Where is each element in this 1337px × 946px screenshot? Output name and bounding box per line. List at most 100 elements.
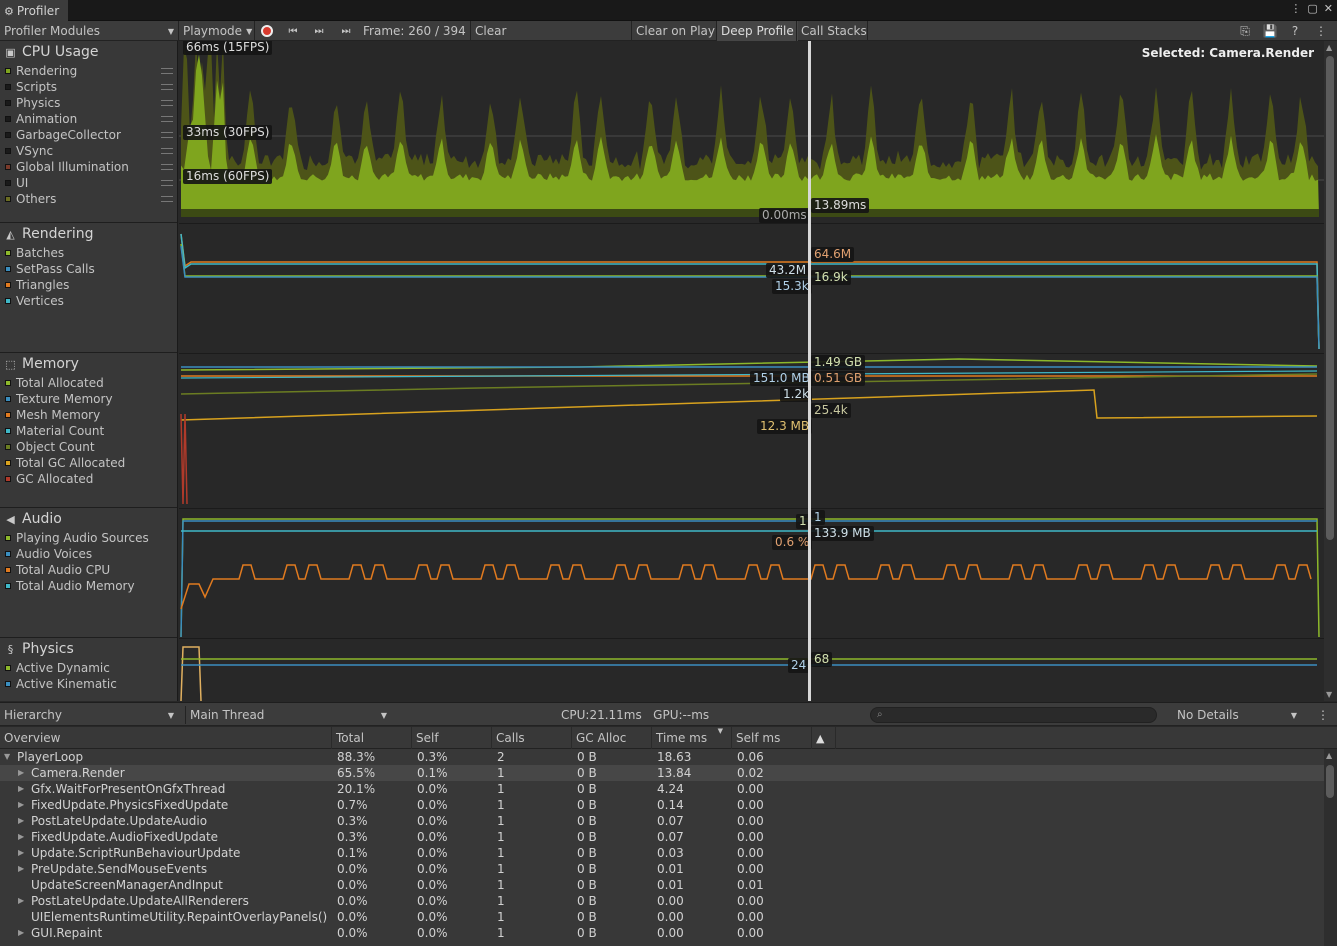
legend-item[interactable]: Others <box>0 191 177 207</box>
charts-scrollbar-thumb[interactable] <box>1326 56 1334 540</box>
profiler-modules-dropdown[interactable]: Profiler Modules ▼ <box>0 21 178 41</box>
load-button[interactable]: ⎘ <box>1234 21 1256 41</box>
record-button[interactable] <box>254 21 278 41</box>
legend-item[interactable]: UI <box>0 175 177 191</box>
table-row[interactable]: ▶ FixedUpdate.PhysicsFixedUpdate 0.7% 0.0% 1… <box>0 797 1324 813</box>
expand-arrow-icon[interactable]: ▶ <box>18 765 24 781</box>
previous-frame-button[interactable]: ⏮ <box>282 21 304 41</box>
audio-chart[interactable]: 1 1 133.9 MB 0.6 % <box>179 509 1324 639</box>
table-row[interactable]: UIElementsRuntimeUtility.RepaintOverlayP… <box>0 909 1324 925</box>
table-row[interactable]: ▼ PlayerLoop 88.3% 0.3% 2 0 B 18.63 0.06 <box>0 749 1324 765</box>
table-row[interactable]: ▶ PostLateUpdate.UpdateAllRenderers 0.0% 0.… <box>0 893 1324 909</box>
legend-item[interactable]: Active Dynamic <box>0 660 177 676</box>
collapse-arrow-icon[interactable]: ▼ <box>4 749 10 765</box>
legend-item[interactable]: GC Allocated <box>0 471 177 487</box>
physics-chart[interactable]: 24 68 <box>179 639 1324 701</box>
column-total[interactable]: Total <box>332 727 412 749</box>
column-self[interactable]: Self <box>412 727 492 749</box>
audio-module[interactable]: ◀ Audio Playing Audio Sources Audio Voices… <box>0 508 177 638</box>
scroll-down-icon[interactable]: ▼ <box>1326 690 1332 699</box>
drag-handle-icon[interactable] <box>161 100 173 106</box>
legend-item[interactable]: Rendering <box>0 63 177 79</box>
legend-item[interactable]: Vertices <box>0 293 177 309</box>
table-scrollbar-thumb[interactable] <box>1326 765 1334 798</box>
current-frame-button[interactable]: ⏭ <box>334 21 358 41</box>
legend-item[interactable]: Total Audio CPU <box>0 562 177 578</box>
save-button[interactable]: 💾 <box>1259 21 1281 41</box>
details-dropdown[interactable]: No Details ▼ <box>1173 706 1301 724</box>
legend-item[interactable]: Active Kinematic <box>0 676 177 692</box>
legend-item[interactable]: SetPass Calls <box>0 261 177 277</box>
legend-item[interactable]: Physics <box>0 95 177 111</box>
expand-arrow-icon[interactable]: ▶ <box>18 813 24 829</box>
column-gc-alloc[interactable]: GC Alloc <box>572 727 652 749</box>
table-row[interactable]: ▶ Gfx.WaitForPresentOnGfxThread 20.1% 0.0% 1… <box>0 781 1324 797</box>
legend-item[interactable]: Audio Voices <box>0 546 177 562</box>
cpu-usage-chart[interactable]: 66ms (15FPS) 33ms (30FPS) 16ms (60FPS) S… <box>179 41 1324 224</box>
table-row[interactable]: ▶ Camera.Render 65.5% 0.1% 1 0 B 13.84 0.02 <box>0 765 1324 781</box>
legend-item[interactable]: Mesh Memory <box>0 407 177 423</box>
help-button[interactable]: ? <box>1284 21 1306 41</box>
legend-item[interactable]: Playing Audio Sources <box>0 530 177 546</box>
clear-button[interactable]: Clear <box>470 21 510 41</box>
clear-on-play-button[interactable]: Clear on Play <box>631 21 719 41</box>
legend-item[interactable]: Total Audio Memory <box>0 578 177 594</box>
menu-button[interactable]: ⋮ <box>1310 21 1332 41</box>
memory-module[interactable]: ⬚ Memory Total Allocated Texture Memory Mes… <box>0 353 177 508</box>
next-frame-button[interactable]: ⏭ <box>308 21 330 41</box>
drag-handle-icon[interactable] <box>161 68 173 74</box>
drag-handle-icon[interactable] <box>161 196 173 202</box>
legend-item[interactable]: Texture Memory <box>0 391 177 407</box>
legend-item[interactable]: Global Illumination <box>0 159 177 175</box>
column-time-ms[interactable]: Time ms ▼ <box>652 727 732 749</box>
more-options-icon[interactable]: ⋮ <box>1290 2 1301 15</box>
drag-handle-icon[interactable] <box>161 180 173 186</box>
physics-module[interactable]: § Physics Active Dynamic Active Kinematic <box>0 638 177 701</box>
close-icon[interactable]: ✕ <box>1324 2 1333 15</box>
playmode-dropdown[interactable]: Playmode ▼ <box>178 21 252 41</box>
legend-item[interactable]: VSync <box>0 143 177 159</box>
expand-arrow-icon[interactable]: ▶ <box>18 845 24 861</box>
maximize-icon[interactable]: ▢ <box>1307 2 1317 15</box>
search-input[interactable]: ⌕ <box>870 707 1157 723</box>
call-stacks-button[interactable]: Call Stacks <box>796 21 871 41</box>
column-self-ms[interactable]: Self ms <box>732 727 812 749</box>
memory-chart[interactable]: 1.49 GB 151.0 MB 0.51 GB 1.2k 25.4k 12.3… <box>179 354 1324 509</box>
table-row[interactable]: ▶ PreUpdate.SendMouseEvents 0.0% 0.0% 1 0 B 0.… <box>0 861 1324 877</box>
cpu-module[interactable]: ▣ CPU Usage Rendering Scripts Physics Animat… <box>0 41 177 223</box>
expand-arrow-icon[interactable]: ▶ <box>18 797 24 813</box>
expand-arrow-icon[interactable]: ▶ <box>18 861 24 877</box>
table-row[interactable]: ▶ FixedUpdate.AudioFixedUpdate 0.3% 0.0% 1 0 … <box>0 829 1324 845</box>
legend-item[interactable]: GarbageCollector <box>0 127 177 143</box>
column-warning[interactable]: ▲ <box>812 727 836 749</box>
thread-dropdown[interactable]: Main Thread ▼ <box>185 706 391 724</box>
deep-profile-button[interactable]: Deep Profile <box>716 21 798 41</box>
profiler-charts[interactable]: 66ms (15FPS) 33ms (30FPS) 16ms (60FPS) S… <box>179 41 1324 701</box>
expand-arrow-icon[interactable]: ▶ <box>18 925 24 941</box>
rendering-module[interactable]: ◭ Rendering Batches SetPass Calls Triangles… <box>0 223 177 353</box>
legend-item[interactable]: Total Allocated <box>0 375 177 391</box>
table-scrollbar[interactable]: ▲ <box>1324 749 1337 946</box>
details-menu-button[interactable]: ⋮ <box>1313 706 1333 724</box>
drag-handle-icon[interactable] <box>161 116 173 122</box>
column-overview[interactable]: Overview <box>0 727 332 749</box>
legend-item[interactable]: Animation <box>0 111 177 127</box>
drag-handle-icon[interactable] <box>161 164 173 170</box>
legend-item[interactable]: Batches <box>0 245 177 261</box>
drag-handle-icon[interactable] <box>161 132 173 138</box>
table-row[interactable]: ▶ GUI.Repaint 0.0% 0.0% 1 0 B 0.00 0.00 <box>0 925 1324 941</box>
table-row[interactable]: ▶ PostLateUpdate.UpdateAudio 0.3% 0.0% 1 0 B 0… <box>0 813 1324 829</box>
expand-arrow-icon[interactable]: ▶ <box>18 893 24 909</box>
frame-selection-marker[interactable] <box>808 41 811 701</box>
expand-arrow-icon[interactable]: ▶ <box>18 781 24 797</box>
table-row[interactable]: ▶ Update.ScriptRunBehaviourUpdate 0.1% 0.0%… <box>0 845 1324 861</box>
legend-item[interactable]: Object Count <box>0 439 177 455</box>
scroll-up-icon[interactable]: ▲ <box>1326 43 1332 52</box>
drag-handle-icon[interactable] <box>161 84 173 90</box>
charts-scrollbar[interactable]: ▲ ▼ <box>1324 41 1337 701</box>
legend-item[interactable]: Triangles <box>0 277 177 293</box>
legend-item[interactable]: Total GC Allocated <box>0 455 177 471</box>
scroll-up-icon[interactable]: ▲ <box>1326 751 1332 760</box>
drag-handle-icon[interactable] <box>161 148 173 154</box>
rendering-chart[interactable]: 64.6M 43.2M 16.9k 15.3k <box>179 224 1324 354</box>
